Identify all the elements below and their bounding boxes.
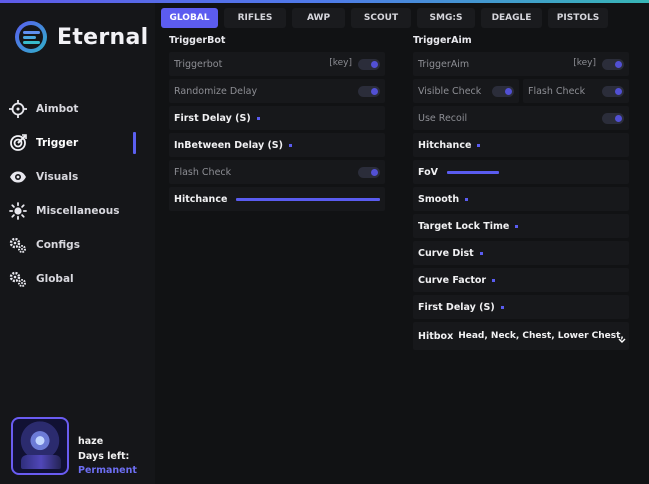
hitchance-label: Hitchance bbox=[174, 193, 228, 205]
gears-icon bbox=[9, 236, 27, 254]
first-delay-slider[interactable] bbox=[256, 116, 260, 120]
curve-dist-slider[interactable] bbox=[479, 251, 483, 255]
flash-check-row: Flash Check bbox=[169, 160, 385, 184]
sidebar-item-label: Miscellaneous bbox=[36, 205, 120, 217]
triggerbot-panel: Triggerbot [key] Randomize Delay First D… bbox=[169, 52, 385, 214]
sidebar-item-label: Configs bbox=[36, 239, 80, 251]
crosshair-icon bbox=[9, 100, 27, 118]
visible-check-toggle[interactable] bbox=[492, 86, 514, 97]
sun-icon bbox=[9, 202, 27, 220]
user-profile: haze Days left: Permanent bbox=[11, 417, 137, 479]
target-lock-time-label: Target Lock Time bbox=[418, 220, 510, 232]
sidebar-item-label: Trigger bbox=[36, 137, 79, 149]
first-delay-label: First Delay (S) bbox=[174, 112, 251, 124]
active-nav-indicator bbox=[133, 132, 136, 154]
first-delay-label: First Delay (S) bbox=[418, 301, 495, 313]
flash-check-toggle[interactable] bbox=[602, 86, 624, 97]
triggerbot-label: Triggerbot bbox=[174, 58, 223, 70]
eternal-logo-icon bbox=[15, 21, 47, 53]
triggerbot-title: TriggerBot bbox=[169, 35, 226, 46]
hitchance-slider[interactable] bbox=[477, 143, 481, 147]
sidebar-item-label: Visuals bbox=[36, 171, 79, 183]
hitchance-label: Hitchance bbox=[418, 139, 472, 151]
hitbox-row[interactable]: Hitbox Head, Neck, Chest, Lower Chest, P… bbox=[413, 322, 629, 350]
fov-label: FoV bbox=[418, 166, 438, 178]
gears-icon bbox=[9, 270, 27, 288]
hitbox-label: Hitbox bbox=[418, 330, 454, 342]
inbetween-delay-label: InBetween Delay (S) bbox=[174, 139, 283, 151]
flash-check-toggle[interactable] bbox=[358, 167, 380, 178]
target-lock-time-slider[interactable] bbox=[515, 224, 519, 228]
use-recoil-row: Use Recoil bbox=[413, 106, 629, 130]
tab-smgs[interactable]: SMG:S bbox=[417, 8, 475, 28]
smooth-row: Smooth bbox=[413, 187, 629, 211]
tab-awp[interactable]: AWP bbox=[292, 8, 345, 28]
flash-check-label: Flash Check bbox=[528, 85, 586, 97]
checks-split-row: Visible Check Flash Check bbox=[413, 79, 629, 103]
eye-icon bbox=[9, 168, 27, 186]
randomize-delay-toggle[interactable] bbox=[358, 86, 380, 97]
randomize-delay-row: Randomize Delay bbox=[169, 79, 385, 103]
tab-global[interactable]: GLOBAL bbox=[161, 8, 218, 28]
first-delay-row: First Delay (S) bbox=[413, 295, 629, 319]
triggeraim-label: TriggerAim bbox=[418, 58, 470, 70]
use-recoil-label: Use Recoil bbox=[418, 112, 468, 124]
visible-check-row: Visible Check bbox=[413, 79, 519, 103]
sidebar-item-configs[interactable]: Configs bbox=[9, 234, 149, 256]
flash-check-label: Flash Check bbox=[174, 166, 232, 178]
triggerbot-toggle[interactable] bbox=[358, 59, 380, 70]
sidebar: Eternal Aimbot Trigger Visuals Miscellan… bbox=[0, 3, 155, 484]
target-lock-time-row: Target Lock Time bbox=[413, 214, 629, 238]
use-recoil-toggle[interactable] bbox=[602, 113, 624, 124]
triggeraim-row: TriggerAim [key] bbox=[413, 52, 629, 76]
first-delay-row: First Delay (S) bbox=[169, 106, 385, 130]
sidebar-item-visuals[interactable]: Visuals bbox=[9, 166, 149, 188]
curve-factor-row: Curve Factor bbox=[413, 268, 629, 292]
hitchance-slider[interactable] bbox=[236, 197, 380, 201]
tab-scout[interactable]: SCOUT bbox=[351, 8, 411, 28]
curve-factor-label: Curve Factor bbox=[418, 274, 487, 286]
chevron-down-icon[interactable] bbox=[618, 330, 626, 343]
fov-slider[interactable] bbox=[446, 170, 499, 174]
smooth-label: Smooth bbox=[418, 193, 460, 205]
curve-dist-label: Curve Dist bbox=[418, 247, 474, 259]
days-left-value: Permanent bbox=[78, 465, 137, 476]
sidebar-item-aimbot[interactable]: Aimbot bbox=[9, 98, 149, 120]
triggeraim-toggle[interactable] bbox=[602, 59, 624, 70]
inbetween-delay-row: InBetween Delay (S) bbox=[169, 133, 385, 157]
keybind-button[interactable]: [key] bbox=[329, 58, 352, 68]
sidebar-item-trigger[interactable]: Trigger bbox=[9, 132, 149, 154]
visible-check-label: Visible Check bbox=[418, 85, 482, 97]
sidebar-item-label: Aimbot bbox=[36, 103, 79, 115]
inbetween-delay-slider[interactable] bbox=[289, 143, 292, 147]
randomize-delay-label: Randomize Delay bbox=[174, 85, 258, 97]
tab-deagle[interactable]: DEAGLE bbox=[481, 8, 542, 28]
app-title: Eternal bbox=[57, 24, 149, 50]
fov-row: FoV bbox=[413, 160, 629, 184]
smooth-slider[interactable] bbox=[465, 197, 469, 201]
triggerbot-row: Triggerbot [key] bbox=[169, 52, 385, 76]
first-delay-slider[interactable] bbox=[500, 305, 504, 309]
curve-dist-row: Curve Dist bbox=[413, 241, 629, 265]
sidebar-item-global[interactable]: Global bbox=[9, 268, 149, 290]
days-left-label: Days left: bbox=[78, 450, 130, 462]
app-logo: Eternal bbox=[14, 20, 148, 54]
hitbox-select[interactable]: Head, Neck, Chest, Lower Chest, Pelvis bbox=[458, 331, 624, 341]
tab-rifles[interactable]: RIFLES bbox=[224, 8, 286, 28]
target-icon bbox=[9, 134, 27, 152]
sidebar-item-miscellaneous[interactable]: Miscellaneous bbox=[9, 200, 149, 222]
hitchance-row: Hitchance bbox=[413, 133, 629, 157]
username: haze bbox=[78, 436, 104, 447]
curve-factor-slider[interactable] bbox=[492, 278, 496, 282]
triggeraim-panel: TriggerAim [key] Visible Check Flash Che… bbox=[413, 52, 629, 353]
avatar bbox=[11, 417, 69, 475]
weapon-tabs: GLOBAL RIFLES AWP SCOUT SMG:S DEAGLE PIS… bbox=[161, 8, 614, 28]
sidebar-item-label: Global bbox=[36, 273, 74, 285]
tab-pistols[interactable]: PISTOLS bbox=[548, 8, 608, 28]
keybind-button[interactable]: [key] bbox=[573, 58, 596, 68]
flash-check-row: Flash Check bbox=[523, 79, 629, 103]
hitchance-row: Hitchance bbox=[169, 187, 385, 211]
triggeraim-title: TriggerAim bbox=[413, 35, 472, 46]
